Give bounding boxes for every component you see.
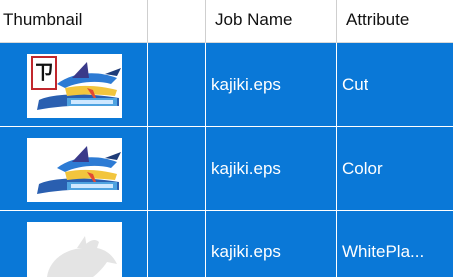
white-plate-thumbnail-icon bbox=[27, 222, 122, 277]
thumbnail-cell bbox=[0, 211, 148, 277]
job-name-cell: kajiki.eps bbox=[206, 43, 337, 126]
blank-cell bbox=[148, 211, 206, 277]
table-row[interactable]: kajiki.eps Color bbox=[0, 127, 453, 210]
job-name-cell: kajiki.eps bbox=[206, 211, 337, 277]
attribute-cell: Color bbox=[337, 127, 453, 210]
job-list-table: Thumbnail Job Name Attribute ㄗ kajiki.ep… bbox=[0, 0, 453, 277]
job-name-text: kajiki.eps bbox=[211, 159, 281, 178]
thumbnail-image: ㄗ bbox=[27, 54, 122, 118]
cut-line-icon: ㄗ bbox=[31, 56, 57, 90]
column-header-blank[interactable] bbox=[148, 0, 206, 42]
blank-cell bbox=[148, 127, 206, 210]
thumbnail-image bbox=[27, 222, 122, 277]
column-header-attribute[interactable]: Attribute bbox=[337, 0, 453, 42]
job-name-cell: kajiki.eps bbox=[206, 127, 337, 210]
column-header-job-name[interactable]: Job Name bbox=[206, 0, 337, 42]
column-header-thumbnail[interactable]: Thumbnail bbox=[0, 0, 148, 42]
thumbnail-cell bbox=[0, 127, 148, 210]
job-name-text: kajiki.eps bbox=[211, 242, 281, 261]
thumbnail-image bbox=[27, 138, 122, 202]
marlin-thumbnail-icon bbox=[27, 138, 122, 202]
job-name-text: kajiki.eps bbox=[211, 75, 281, 94]
attribute-cell: Cut bbox=[337, 43, 453, 126]
attribute-text: Color bbox=[342, 159, 383, 178]
blank-cell bbox=[148, 43, 206, 126]
thumbnail-cell: ㄗ bbox=[0, 43, 148, 126]
table-header: Thumbnail Job Name Attribute bbox=[0, 0, 453, 43]
attribute-text: WhitePla... bbox=[342, 242, 425, 261]
table-row[interactable]: kajiki.eps WhitePla... bbox=[0, 211, 453, 277]
table-row[interactable]: ㄗ kajiki.eps Cut bbox=[0, 43, 453, 126]
attribute-text: Cut bbox=[342, 75, 369, 94]
attribute-cell: WhitePla... bbox=[337, 211, 453, 277]
